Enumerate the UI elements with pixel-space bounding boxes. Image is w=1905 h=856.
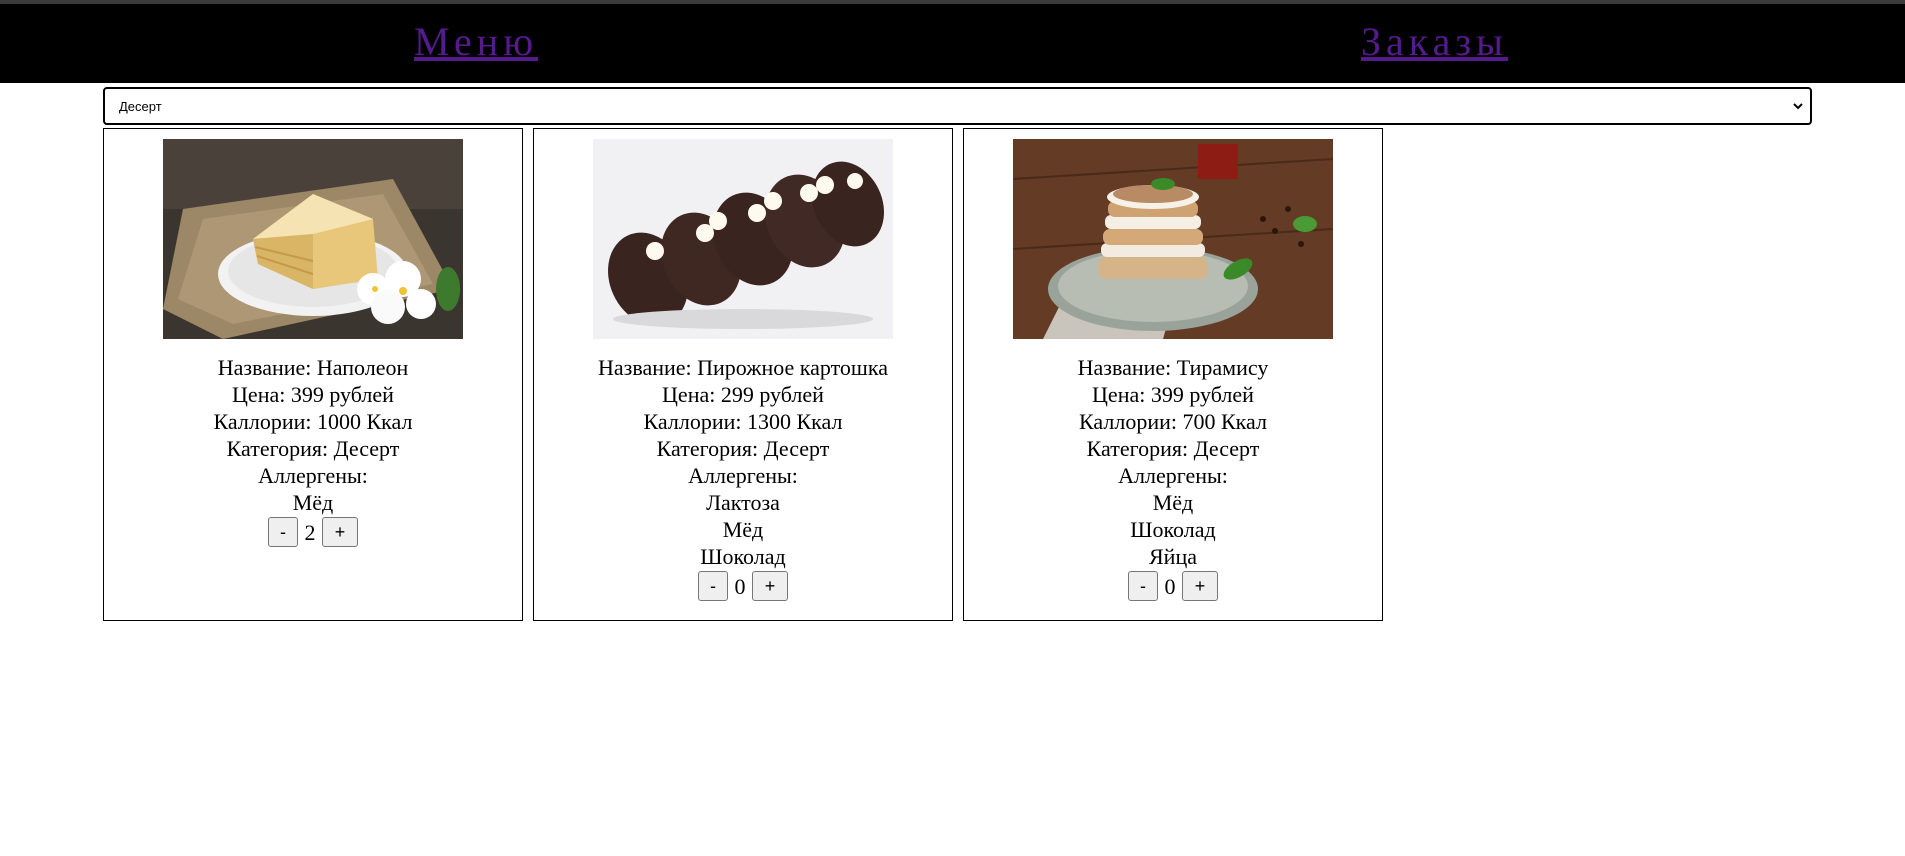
increase-quantity-button[interactable]: + — [1182, 571, 1218, 601]
quantity-value: 2 — [304, 519, 316, 545]
dish-photo-kartoshka — [593, 139, 893, 339]
dish-card-napoleon: Название: Наполеон Цена: 399 рублей Калл… — [103, 128, 523, 621]
decrease-quantity-button[interactable]: - — [268, 517, 298, 547]
dish-photo-tiramisu — [1013, 139, 1333, 339]
allergen-item: Яйца — [1149, 544, 1197, 569]
dish-allergens-title: Аллергены: — [688, 463, 798, 488]
dish-name: Название: Пирожное картошка — [598, 355, 888, 380]
nav-link-orders[interactable]: Заказы — [1361, 18, 1508, 66]
decrease-quantity-button[interactable]: - — [1128, 571, 1158, 601]
nav-link-menu[interactable]: Меню — [414, 18, 538, 66]
increase-quantity-button[interactable]: + — [322, 517, 358, 547]
dish-calories: Каллории: 700 Ккал — [1079, 409, 1267, 434]
dish-price: Цена: 399 рублей — [1092, 382, 1254, 407]
dish-category: Категория: Десерт — [1086, 436, 1260, 461]
quantity-stepper: - 0 + — [964, 571, 1382, 601]
quantity-value: 0 — [734, 573, 746, 599]
quantity-stepper: - 0 + — [534, 571, 952, 601]
quantity-value: 0 — [1164, 573, 1176, 599]
category-select[interactable]: Десерт — [103, 87, 1812, 125]
dish-info-napoleon: Название: Наполеон Цена: 399 рублей Калл… — [104, 354, 522, 547]
dish-price: Цена: 399 рублей — [232, 382, 394, 407]
dish-card-kartoshka: Название: Пирожное картошка Цена: 299 ру… — [533, 128, 953, 621]
category-select-value: Десерт — [119, 99, 162, 114]
decrease-quantity-button[interactable]: - — [698, 571, 728, 601]
dish-calories: Каллории: 1000 Ккал — [213, 409, 413, 434]
allergen-item: Шоколад — [700, 544, 786, 569]
dish-allergens-title: Аллергены: — [1118, 463, 1228, 488]
dish-card-tiramisu: Название: Тирамису Цена: 399 рублей Калл… — [963, 128, 1383, 621]
allergen-item: Лактоза — [706, 490, 780, 515]
dish-info-tiramisu: Название: Тирамису Цена: 399 рублей Калл… — [964, 354, 1382, 601]
allergen-item: Мёд — [1152, 490, 1194, 515]
dish-calories: Каллории: 1300 Ккал — [643, 409, 843, 434]
dish-name: Название: Тирамису — [1077, 355, 1269, 380]
top-navbar: Меню Заказы — [0, 4, 1905, 83]
dish-category: Категория: Десерт — [656, 436, 830, 461]
allergen-item: Мёд — [292, 490, 334, 515]
chevron-down-icon — [1793, 103, 1803, 110]
allergen-item: Шоколад — [1130, 517, 1216, 542]
dish-name: Название: Наполеон — [217, 355, 409, 380]
quantity-stepper: - 2 + — [104, 517, 522, 547]
allergen-item: Мёд — [722, 517, 764, 542]
dish-category: Категория: Десерт — [226, 436, 400, 461]
dish-info-kartoshka: Название: Пирожное картошка Цена: 299 ру… — [534, 354, 952, 601]
dish-price: Цена: 299 рублей — [662, 382, 824, 407]
dish-photo-napoleon — [163, 139, 463, 339]
increase-quantity-button[interactable]: + — [752, 571, 788, 601]
dish-allergens-title: Аллергены: — [258, 463, 368, 488]
